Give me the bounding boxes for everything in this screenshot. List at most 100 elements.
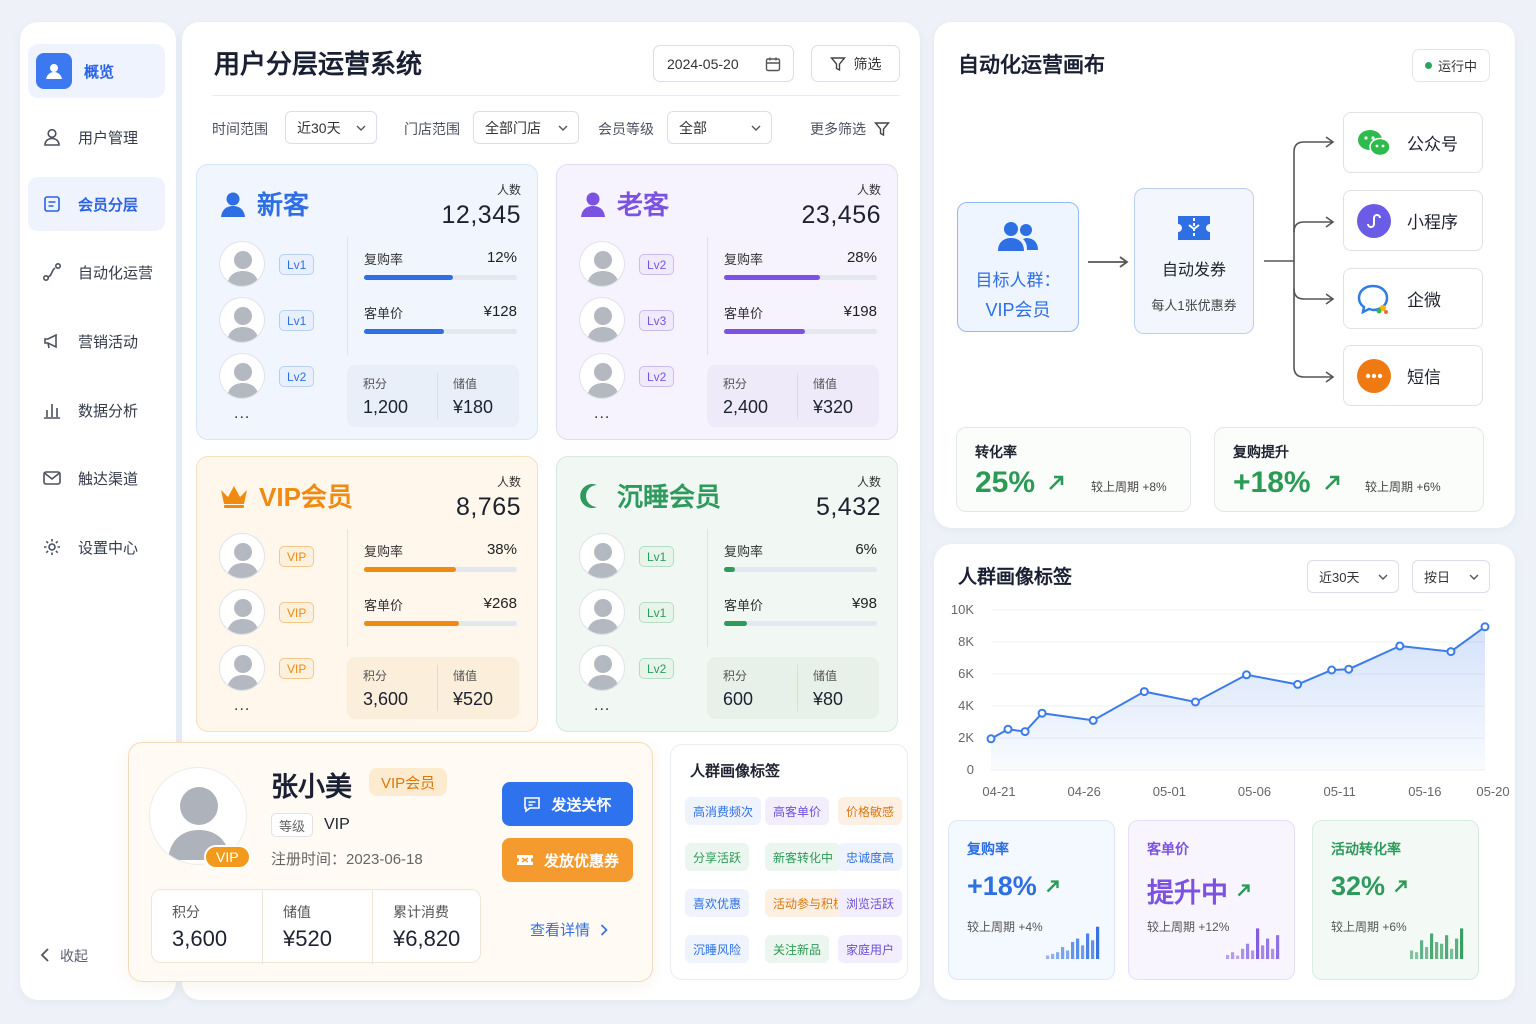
- y-tick-label: 4K: [958, 698, 974, 713]
- aov-value: ¥128: [483, 303, 517, 320]
- trend-chart: 0 2K 4K 6K 8K 10K 04-21 04-26 05-01 05-06 05-11 05-…: [951, 602, 1510, 799]
- spark-bar: [1251, 950, 1255, 959]
- wechat-icon: [1357, 126, 1391, 160]
- sidebar-item-settings[interactable]: 设置中心: [28, 520, 165, 574]
- repurchase-bar-fill: [364, 567, 456, 572]
- channel-sms[interactable]: 短信: [1343, 345, 1483, 406]
- tag-chip[interactable]: 家庭用户: [838, 935, 903, 963]
- view-details-link[interactable]: 查看详情: [530, 919, 608, 940]
- mini-title: 复购率: [967, 841, 1009, 857]
- level-badge: Lv1: [639, 602, 675, 623]
- sidebar-item-member-tiers[interactable]: 会员分层: [28, 177, 165, 231]
- level-value: VIP: [324, 816, 350, 833]
- gear-icon: [40, 535, 64, 559]
- aov-label: 客单价: [364, 306, 404, 321]
- sidebar-item-user-management[interactable]: 用户管理: [28, 110, 165, 164]
- separator: [437, 665, 438, 711]
- spark-bar: [1046, 955, 1050, 959]
- filter-button[interactable]: 筛选: [811, 45, 900, 82]
- collapse-button[interactable]: 收起: [40, 946, 88, 966]
- segment-card-new[interactable]: 新客 人数 12,345 Lv1 Lv1 Lv2... 复购率 12% 客单价 ¥128 积分 1,2…: [196, 164, 538, 440]
- count-value: 5,432: [815, 493, 881, 521]
- trend-up-icon: [1236, 883, 1251, 898]
- points-value: 600: [723, 689, 754, 709]
- total-spend-value: ¥6,820: [393, 926, 461, 951]
- count-label: 人数: [496, 183, 521, 197]
- tag-chip[interactable]: 喜欢优惠: [685, 889, 750, 917]
- channel-label: 公众号: [1407, 135, 1458, 154]
- spark-bar: [1410, 950, 1414, 959]
- funnel-icon: [829, 56, 846, 71]
- granularity-select[interactable]: 按日: [1412, 560, 1490, 593]
- sidebar-item-label: 概览: [84, 63, 115, 81]
- range-select[interactable]: 近30天: [1307, 560, 1399, 593]
- metric-box: 复购率 12% 客单价 ¥128: [347, 237, 519, 355]
- mail-icon: [40, 466, 64, 490]
- mini-value: 32%: [1331, 871, 1386, 901]
- segment-card-returning[interactable]: 老客 人数 23,456 Lv2 Lv3 Lv2... 复购率 28% 客单价 ¥198 积分 2,4…: [556, 164, 898, 440]
- segment-title: 新客: [219, 185, 309, 222]
- chevron-right-icon: [600, 923, 608, 936]
- target-audience-node[interactable]: 目标人群： VIP会员: [957, 202, 1079, 332]
- level-badge: VIP: [279, 658, 315, 679]
- y-tick-label: 10K: [951, 602, 974, 617]
- y-tick-label: 2K: [958, 730, 974, 745]
- segment-card-vip[interactable]: VIP会员 人数 8,765 VIP VIP VIP... 复购率 38% 客单价 ¥268 积分 3…: [196, 456, 538, 732]
- date-picker[interactable]: 2024-05-20: [653, 45, 794, 82]
- sidebar-item-automation[interactable]: 自动化运营: [28, 245, 165, 299]
- count-value: 23,456: [801, 201, 881, 229]
- more-filters-button[interactable]: 更多筛选: [810, 119, 890, 139]
- spark-bar: [1056, 952, 1060, 959]
- spark-bar: [1236, 955, 1240, 959]
- repurchase-row: 复购率 6%: [724, 541, 877, 560]
- more-avatars: ...: [594, 405, 611, 422]
- spark-bar: [1460, 928, 1464, 959]
- count-label: 人数: [496, 475, 521, 489]
- sidebar-item-analytics[interactable]: 数据分析: [28, 383, 165, 437]
- wecom-icon: [1357, 282, 1391, 316]
- repurchase-row: 复购率 12%: [364, 249, 517, 268]
- tag-chip[interactable]: 关注新品: [765, 935, 830, 963]
- x-tick-label: 04-21: [982, 784, 1015, 799]
- channel-wechat[interactable]: 公众号: [1343, 112, 1483, 173]
- tag-chip[interactable]: 浏览活跃: [838, 889, 903, 917]
- tag-chip[interactable]: 分享活跃: [685, 843, 750, 871]
- tag-chip[interactable]: 沉睡风险: [685, 935, 750, 963]
- sidebar-item-overview[interactable]: 概览: [28, 44, 165, 98]
- miniprogram-icon: [1357, 203, 1391, 238]
- store-range-select[interactable]: 全部门店: [473, 111, 579, 144]
- issue-coupon-button[interactable]: 发放优惠券: [502, 838, 633, 882]
- tag-chip[interactable]: 高消费频次: [685, 797, 762, 825]
- trigger-desc: 每人1张优惠券: [1151, 298, 1237, 313]
- time-range-select[interactable]: 近30天: [285, 111, 377, 144]
- sidebar-item-label: 数据分析: [78, 402, 139, 420]
- sidebar-item-channels[interactable]: 触达渠道: [28, 451, 165, 505]
- chevron-down-icon: [1378, 574, 1388, 580]
- tag-chip[interactable]: 价格敏感: [838, 797, 903, 825]
- sidebar-item-label: 自动化运营: [78, 264, 154, 282]
- channel-wecom[interactable]: 企微: [1343, 268, 1483, 329]
- tags-title: 人群画像标签: [690, 763, 781, 780]
- data-point: [1139, 687, 1149, 697]
- tag-chip[interactable]: 高客单价: [765, 797, 830, 825]
- channel-label: 短信: [1407, 368, 1441, 387]
- view-details-label: 查看详情: [530, 922, 591, 939]
- member-level-select[interactable]: 全部: [667, 111, 772, 144]
- stored-value: ¥180: [453, 397, 494, 417]
- channel-miniprogram[interactable]: 小程序: [1343, 190, 1483, 251]
- repurchase-bar-fill: [364, 275, 453, 280]
- auto-coupon-node[interactable]: 自动发券 每人1张优惠券: [1134, 188, 1254, 334]
- kpi-value: +18%: [1233, 466, 1311, 499]
- tag-chip[interactable]: 新客转化中: [765, 843, 842, 871]
- tag-chip[interactable]: 忠诚度高: [838, 843, 903, 871]
- sms-icon: [1357, 358, 1391, 393]
- spark-bar: [1241, 948, 1245, 959]
- layers-icon: [40, 192, 64, 216]
- sidebar-item-marketing[interactable]: 营销活动: [28, 314, 165, 368]
- user-icon: [219, 190, 247, 218]
- data-point: [986, 734, 996, 744]
- send-care-button[interactable]: 发送关怀: [502, 782, 633, 826]
- count-value: 8,765: [455, 493, 521, 521]
- segment-card-dormant[interactable]: 沉睡会员 人数 5,432 Lv1 Lv1 Lv2... 复购率 6% 客单价 ¥98 积分 600 储…: [556, 456, 898, 732]
- count-value: 12,345: [441, 201, 521, 229]
